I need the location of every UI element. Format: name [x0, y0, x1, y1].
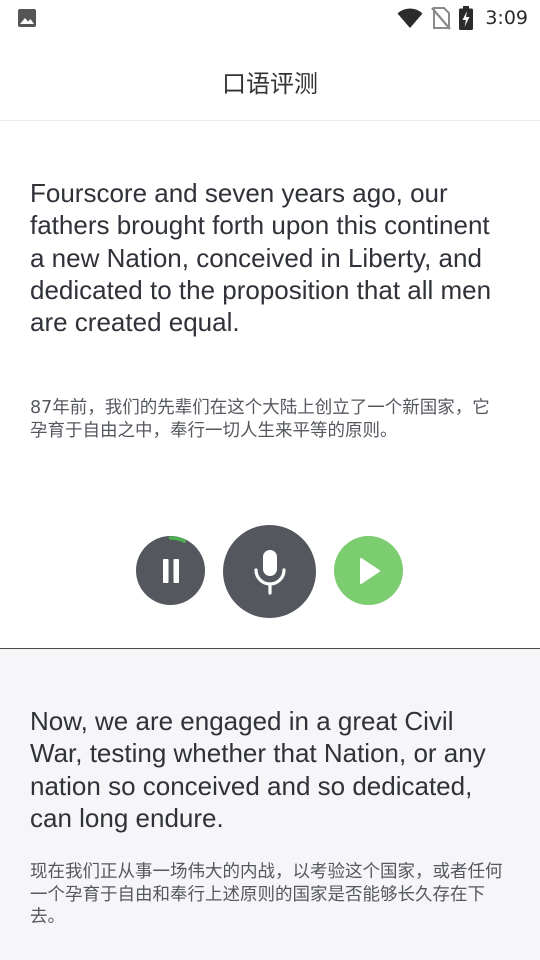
sentence-english: Fourscore and seven years ago, our fathe… [30, 178, 492, 338]
app-bar: 口语评测 [0, 36, 540, 121]
status-time: 3:09 [485, 7, 528, 29]
pause-icon [162, 558, 179, 583]
sentence-card-active[interactable]: Fourscore and seven years ago, our fathe… [0, 121, 540, 649]
play-icon [359, 557, 380, 584]
pause-button[interactable] [136, 536, 205, 605]
record-button[interactable] [223, 525, 316, 618]
page-title: 口语评测 [222, 70, 318, 98]
status-icons: 3:09 [397, 5, 528, 31]
play-button[interactable] [334, 536, 403, 605]
wifi-icon [397, 8, 423, 28]
gallery-icon [18, 9, 36, 27]
sentence-english: Now, we are engaged in a great Civil War… [30, 706, 486, 833]
status-bar: 3:09 [0, 0, 540, 36]
no-sim-icon [431, 7, 452, 30]
sentence-translation: 现在我们正从事一场伟大的内战，以考验这个国家，或者任何一个孕育于自由和奉行上述原… [30, 862, 503, 927]
microphone-icon [253, 549, 286, 595]
sentence-translation: 87年前，我们的先辈们在这个大陆上创立了一个新国家，它孕育于自由之中，奉行一切人… [30, 398, 490, 441]
battery-charging-icon [459, 6, 474, 30]
sentence-card[interactable]: Now, we are engaged in a great Civil War… [0, 649, 540, 960]
